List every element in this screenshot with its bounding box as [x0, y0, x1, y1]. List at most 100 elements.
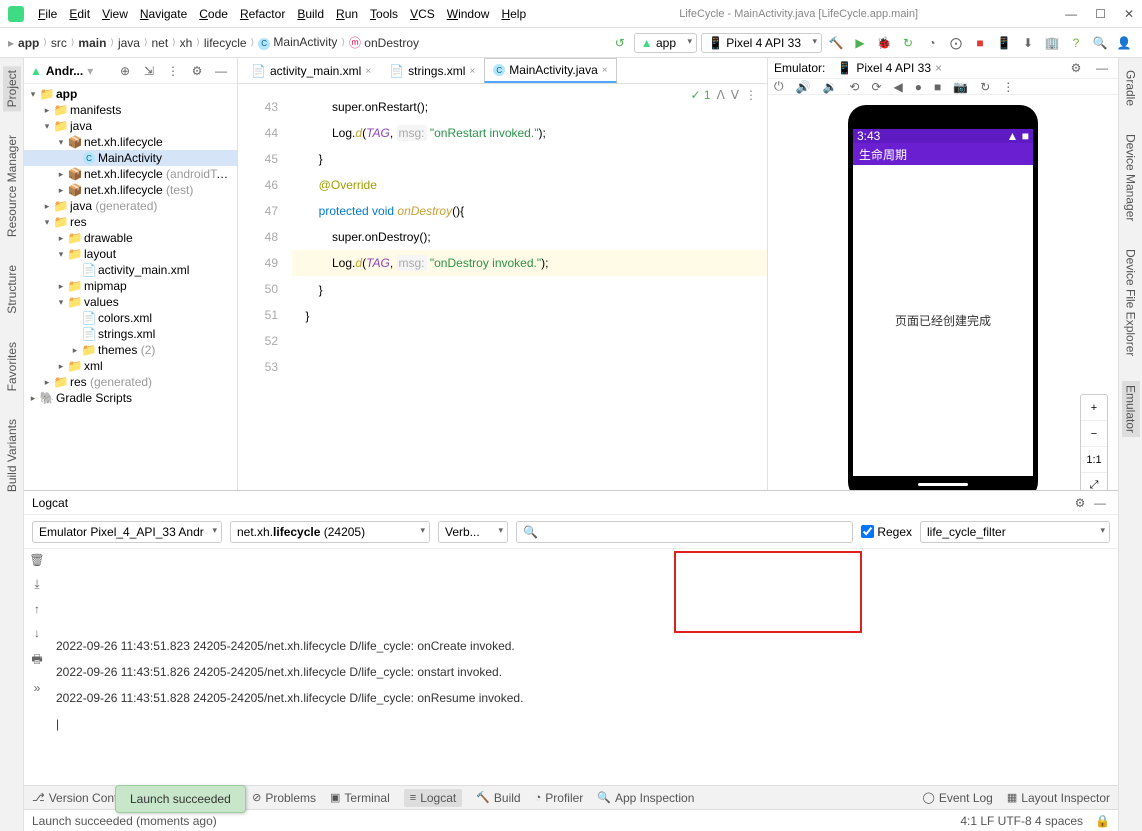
emulator-tab[interactable]: 📱 Pixel 4 API 33 × — [831, 59, 948, 77]
hide-icon[interactable]: — — [211, 61, 231, 81]
app-inspection-tab[interactable]: 🔍 App Inspection — [597, 791, 694, 805]
attach-debugger-icon[interactable]: ⨀ — [946, 33, 966, 53]
prev-problem-icon[interactable]: ᐱ — [717, 88, 725, 102]
gear-icon[interactable]: ⚙ — [1066, 58, 1086, 78]
logcat-tab[interactable]: ≡ Logcat — [404, 789, 462, 807]
menu-view[interactable]: View — [96, 7, 134, 21]
tree-item[interactable]: 📄colors.xml — [24, 310, 237, 326]
zoom-out-button[interactable]: − — [1081, 421, 1107, 447]
user-icon[interactable]: 👤 — [1114, 33, 1134, 53]
tree-item[interactable]: ▸📁res (generated) — [24, 374, 237, 390]
hammer-icon[interactable]: 🔨 — [826, 33, 846, 53]
favorites-tab[interactable]: Favorites — [3, 338, 21, 395]
avd-icon[interactable]: 📱 — [994, 33, 1014, 53]
event-log-tab[interactable]: ◯ Event Log — [923, 791, 993, 805]
code-editor[interactable]: super.onRestart(); Log.d(TAG, msg: "onRe… — [284, 84, 767, 490]
menu-code[interactable]: Code — [193, 7, 234, 21]
terminal-tab[interactable]: ▣ Terminal — [330, 791, 390, 805]
device-select[interactable]: 📱 Pixel 4 API 33 — [701, 33, 822, 53]
crumb-main[interactable]: main — [78, 36, 106, 50]
filter-select[interactable]: life_cycle_filter — [920, 521, 1110, 543]
next-problem-icon[interactable]: ᐯ — [731, 88, 739, 102]
close-button[interactable]: ✕ — [1124, 7, 1134, 21]
menu-help[interactable]: Help — [495, 7, 532, 21]
rotate-left-icon[interactable]: ⟲ — [849, 80, 859, 94]
sdk-icon[interactable]: ⬇ — [1018, 33, 1038, 53]
crumb-lifecycle[interactable]: lifecycle — [204, 36, 247, 50]
menu-tools[interactable]: Tools — [364, 7, 404, 21]
process-select[interactable]: net.xh.lifecycle (24205) — [230, 521, 430, 543]
build-variants-tab[interactable]: Build Variants — [3, 415, 21, 496]
menu-navigate[interactable]: Navigate — [134, 7, 193, 21]
menu-build[interactable]: Build — [291, 7, 330, 21]
run-config-select[interactable]: ▲ app — [634, 33, 697, 53]
target-icon[interactable]: ⊕ — [115, 61, 135, 81]
emulator-tool-tab[interactable]: Emulator — [1122, 381, 1140, 437]
search-icon[interactable]: 🔍 — [1090, 33, 1110, 53]
editor-tab[interactable]: CMainActivity.java× — [484, 58, 616, 83]
crumb-src[interactable]: src — [51, 36, 67, 50]
problems-tab[interactable]: ⊘ Problems — [252, 791, 316, 805]
crumb-xh[interactable]: xh — [180, 36, 193, 50]
crumb-java[interactable]: java — [118, 36, 140, 50]
tree-item[interactable]: ▾📦net.xh.lifecycle — [24, 134, 237, 150]
editor-options-icon[interactable]: ⋮ — [745, 88, 757, 102]
profile-icon[interactable]: ◔ — [922, 33, 942, 53]
editor-tab[interactable]: 📄strings.xml× — [380, 59, 484, 83]
gradle-tab[interactable]: Gradle — [1122, 66, 1140, 110]
device-file-explorer-tab[interactable]: Device File Explorer — [1122, 245, 1140, 360]
settings-icon[interactable]: ⚙ — [187, 61, 207, 81]
rotate-right-icon[interactable]: ⟳ — [871, 80, 881, 94]
lock-icon[interactable]: 🔒 — [1095, 814, 1110, 828]
menu-edit[interactable]: Edit — [63, 7, 96, 21]
menu-run[interactable]: Run — [330, 7, 364, 21]
menu-window[interactable]: Window — [441, 7, 496, 21]
minimize-button[interactable]: — — [1065, 7, 1077, 21]
coverage-icon[interactable]: ↻ — [898, 33, 918, 53]
down-icon[interactable]: ↓ — [34, 626, 40, 640]
project-tree[interactable]: ▾📁app▸📁manifests▾📁java▾📦net.xh.lifecycle… — [24, 84, 237, 490]
device-manager-tab[interactable]: Device Manager — [1122, 130, 1140, 225]
soft-wrap-icon[interactable]: ↑ — [34, 602, 40, 616]
log-search[interactable]: 🔍 — [516, 521, 853, 543]
tree-item[interactable]: ▾📁layout — [24, 246, 237, 262]
structure-tab[interactable]: Structure — [3, 261, 21, 318]
tree-item[interactable]: ▸📦net.xh.lifecycle (androidTest) — [24, 166, 237, 182]
tree-item[interactable]: ▸📁drawable — [24, 230, 237, 246]
options-icon[interactable]: ⋮ — [163, 61, 183, 81]
home-icon[interactable]: ● — [915, 80, 922, 94]
crumb-app[interactable]: app — [18, 36, 39, 50]
menu-vcs[interactable]: VCS — [404, 7, 441, 21]
tree-item[interactable]: ▸🐘Gradle Scripts — [24, 390, 237, 406]
record-icon[interactable]: ↻ — [980, 80, 990, 94]
tree-item[interactable]: ▸📁java (generated) — [24, 198, 237, 214]
crumb-net[interactable]: net — [151, 36, 168, 50]
zoom-expand-button[interactable]: ⤢ — [1081, 473, 1107, 490]
tree-item[interactable]: ▸📁themes (2) — [24, 342, 237, 358]
overview-icon[interactable]: ■ — [934, 80, 941, 94]
sync-icon[interactable]: ↺ — [610, 33, 630, 53]
help-icon[interactable]: ? — [1066, 33, 1086, 53]
expand-icon[interactable]: » — [34, 681, 41, 695]
logcat-hide-icon[interactable]: — — [1090, 493, 1110, 513]
log-level-select[interactable]: Verb... — [438, 521, 508, 543]
debug-icon[interactable]: 🐞 — [874, 33, 894, 53]
hide-emulator-icon[interactable]: — — [1092, 58, 1112, 78]
tree-item[interactable]: ▸📦net.xh.lifecycle (test) — [24, 182, 237, 198]
editor-tab[interactable]: 📄activity_main.xml× — [242, 59, 380, 83]
power-icon[interactable]: ⏻ — [774, 79, 784, 94]
tree-item[interactable]: 📄strings.xml — [24, 326, 237, 342]
run-icon[interactable]: ▶ — [850, 33, 870, 53]
tree-item[interactable]: ▾📁app — [24, 86, 237, 102]
layout-inspector-tab[interactable]: ▦ Layout Inspector — [1007, 791, 1110, 805]
regex-checkbox[interactable]: Regex — [861, 525, 912, 539]
tree-item[interactable]: ▾📁res — [24, 214, 237, 230]
tree-item[interactable]: CMainActivity — [24, 150, 237, 166]
log-output[interactable]: 2022-09-26 11:43:51.823 24205-24205/net.… — [50, 549, 1118, 785]
tree-item[interactable]: ▸📁xml — [24, 358, 237, 374]
crumb-onDestroy[interactable]: ⓜ onDestroy — [349, 34, 419, 51]
volume-up-icon[interactable]: 🔊 — [796, 80, 811, 94]
nav-back-icon[interactable]: ▸ — [8, 36, 14, 50]
zoom-fit-button[interactable]: 1:1 — [1081, 447, 1107, 473]
layout-inspector-icon[interactable]: 🏢 — [1042, 33, 1062, 53]
